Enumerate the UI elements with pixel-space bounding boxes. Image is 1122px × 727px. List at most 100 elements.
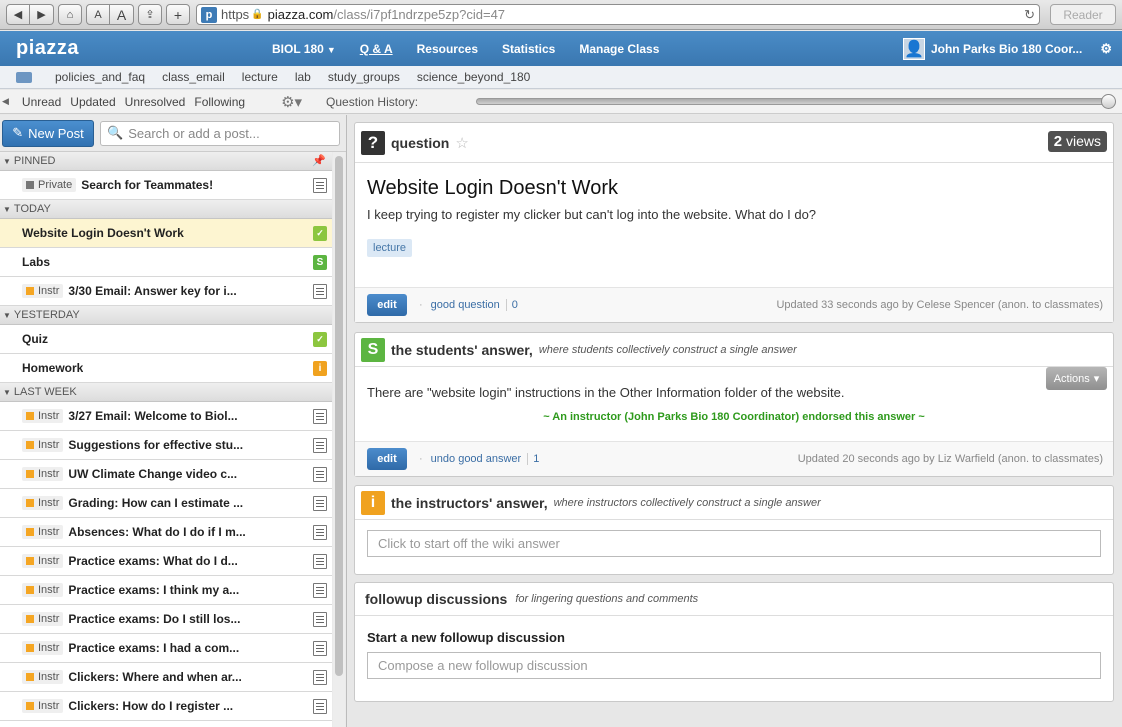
folder-class-email[interactable]: class_email <box>162 70 225 84</box>
user-menu[interactable]: 👤 John Parks Bio 180 Coor... ⚙ <box>902 37 1112 60</box>
good-question-link[interactable]: good question <box>431 299 500 311</box>
feed-post-item[interactable]: Homework i <box>0 354 332 383</box>
feed-post-item[interactable]: Instr Practice exams: I had a com... <box>0 634 332 663</box>
new-tab-button[interactable]: + <box>166 4 190 25</box>
question-card: ? question ☆ 2 views Website Login Doesn… <box>354 122 1114 323</box>
post-tag-label: Instr <box>38 468 60 480</box>
actions-button[interactable]: Actions ▾ <box>1046 367 1107 390</box>
collapse-sidebar-icon[interactable]: ◀ <box>2 96 9 107</box>
post-tag-label: Private <box>38 179 73 191</box>
share-button[interactable]: ⇪ <box>138 4 162 25</box>
folder-science-beyond-180[interactable]: science_beyond_180 <box>417 70 530 84</box>
followup-input[interactable]: Compose a new followup discussion <box>367 652 1101 679</box>
answer-updated-text: Updated 20 seconds ago by Liz Warfield (… <box>797 453 1103 465</box>
feed-post-item[interactable]: Instr Clickers: Where and when ar... <box>0 663 332 692</box>
nav-statistics[interactable]: Statistics <box>502 42 555 56</box>
list-icon <box>313 178 327 193</box>
feed-post-item[interactable]: Instr Clickers: How do I register ... <box>0 692 332 721</box>
reader-button[interactable]: Reader <box>1050 4 1116 25</box>
feed-post-item[interactable]: Instr Suggestions for effective stu... <box>0 431 332 460</box>
feed-group-header[interactable]: ▼ TODAY <box>0 200 332 219</box>
edit-answer-button[interactable]: edit <box>367 448 407 470</box>
gear-icon[interactable]: ⚙ <box>1100 41 1112 57</box>
good-question-count: 0 <box>505 299 518 311</box>
piazza-logo[interactable]: piazza <box>16 37 256 60</box>
list-icon <box>313 467 327 482</box>
feed-group-header[interactable]: ▼ PINNED 📌 <box>0 152 332 171</box>
filter-unresolved[interactable]: Unresolved <box>125 95 186 109</box>
tag-square-icon <box>26 673 34 681</box>
feed-scrollbar-thumb[interactable] <box>335 156 343 676</box>
nav-resources[interactable]: Resources <box>417 42 478 56</box>
instructor-answer-input[interactable]: Click to start off the wiki answer <box>367 530 1101 557</box>
feed-post-item[interactable]: Instr Absences: What do I do if I m... <box>0 518 332 547</box>
reload-icon[interactable]: ↻ <box>1024 7 1035 23</box>
font-smaller-button[interactable]: A <box>86 4 110 25</box>
feed-post-item[interactable]: Website Login Doesn't Work ✓ <box>0 219 332 248</box>
back-arrow-icon: ◀ <box>13 9 23 21</box>
post-title: Practice exams: What do I d... <box>68 554 238 568</box>
feed-scrollbar[interactable] <box>333 152 345 727</box>
post-tag-label: Instr <box>38 410 60 422</box>
feed-group-label: PINNED <box>13 155 56 167</box>
post-title: Labs <box>22 255 51 269</box>
instructor-answer-icon: i <box>361 490 385 515</box>
post-detail-panel: ? question ☆ 2 views Website Login Doesn… <box>348 115 1122 727</box>
feed-group-header[interactable]: ▼ LAST WEEK <box>0 383 332 402</box>
post-title: Search for Teammates! <box>81 178 214 192</box>
tag-square-icon <box>26 412 34 420</box>
feed-post-item[interactable]: Instr Practice exams: I think my a... <box>0 576 332 605</box>
folder-tag-lecture[interactable]: lecture <box>367 239 413 257</box>
piazza-favicon-icon: p <box>201 6 217 23</box>
back-button[interactable]: ◀ <box>6 4 30 25</box>
feed-settings-gear-icon[interactable]: ⚙▾ <box>281 93 302 111</box>
separator-dot: · <box>419 299 423 311</box>
folder-lab[interactable]: lab <box>295 70 311 84</box>
post-title: Practice exams: I think my a... <box>68 583 240 597</box>
address-bar[interactable]: p https 🔒 piazza.com /class/i7pf1ndrzpe5… <box>196 4 1040 25</box>
feed-post-item[interactable]: Instr Practice exams: Do I still los... <box>0 605 332 634</box>
font-larger-button[interactable]: A <box>110 4 134 25</box>
folder-lecture[interactable]: lecture <box>242 70 278 84</box>
post-tag-label: Instr <box>38 671 60 683</box>
followup-header: followup discussions for lingering quest… <box>355 583 1113 616</box>
nav-manage-class[interactable]: Manage Class <box>579 42 659 56</box>
browser-toolbar: ◀ ▶ ⌂ A A ⇪ + p https 🔒 piazza.com /clas… <box>0 0 1122 30</box>
feed-post-item[interactable]: Labs S <box>0 248 332 277</box>
views-badge: 2 views <box>1047 131 1107 152</box>
filter-following[interactable]: Following <box>194 95 245 109</box>
forward-button[interactable]: ▶ <box>30 4 54 25</box>
edit-question-button[interactable]: edit <box>367 294 407 316</box>
feed-post-item[interactable]: Instr 3/27 Email: Welcome to Biol... <box>0 402 332 431</box>
new-post-button[interactable]: ✎ New Post <box>2 119 94 147</box>
home-button[interactable]: ⌂ <box>58 4 82 25</box>
feed-post-item[interactable]: Private Search for Teammates! <box>0 171 332 200</box>
tag-square-icon <box>26 181 34 189</box>
search-placeholder: Search or add a post... <box>128 125 260 141</box>
feed-post-item[interactable]: Quiz ✓ <box>0 325 332 354</box>
tag-square-icon <box>26 287 34 295</box>
filter-updated[interactable]: Updated <box>70 95 115 109</box>
collapse-triangle-icon: ▼ <box>3 204 11 214</box>
folder-policies-and-faq[interactable]: policies_and_faq <box>55 70 145 84</box>
undo-good-answer-link[interactable]: undo good answer <box>431 453 522 465</box>
instructor-answer-header: i the instructors' answer, where instruc… <box>355 486 1113 520</box>
post-title: Clickers: How do I register ... <box>68 699 234 713</box>
feed-group-header[interactable]: ▼ YESTERDAY <box>0 306 332 325</box>
filter-unread[interactable]: Unread <box>22 95 61 109</box>
feed-post-item[interactable]: Instr UW Climate Change video c... <box>0 460 332 489</box>
nav-items: BIOL 180 ▼ Q & A Resources Statistics Man… <box>272 42 659 56</box>
star-icon[interactable]: ☆ <box>455 134 468 152</box>
feed-post-item[interactable]: Instr Practice exams: What do I d... <box>0 547 332 576</box>
question-history-slider-thumb[interactable] <box>1101 94 1116 109</box>
post-title: 3/27 Email: Welcome to Biol... <box>68 409 238 423</box>
feed-post-item[interactable]: Instr Grading: How can I estimate ... <box>0 489 332 518</box>
nav-qa[interactable]: Q & A <box>360 42 393 56</box>
question-history-slider[interactable] <box>476 94 1116 109</box>
avatar: 👤 <box>902 37 925 60</box>
nav-course-selector[interactable]: BIOL 180 ▼ <box>272 42 336 56</box>
folder-study-groups[interactable]: study_groups <box>328 70 400 84</box>
feed-post-item[interactable]: Instr 3/30 Email: Answer key for i... <box>0 277 332 306</box>
url-path: /class/i7pf1ndrzpe5zp?cid=47 <box>333 7 506 22</box>
search-input[interactable]: 🔍 Search or add a post... <box>100 120 340 146</box>
